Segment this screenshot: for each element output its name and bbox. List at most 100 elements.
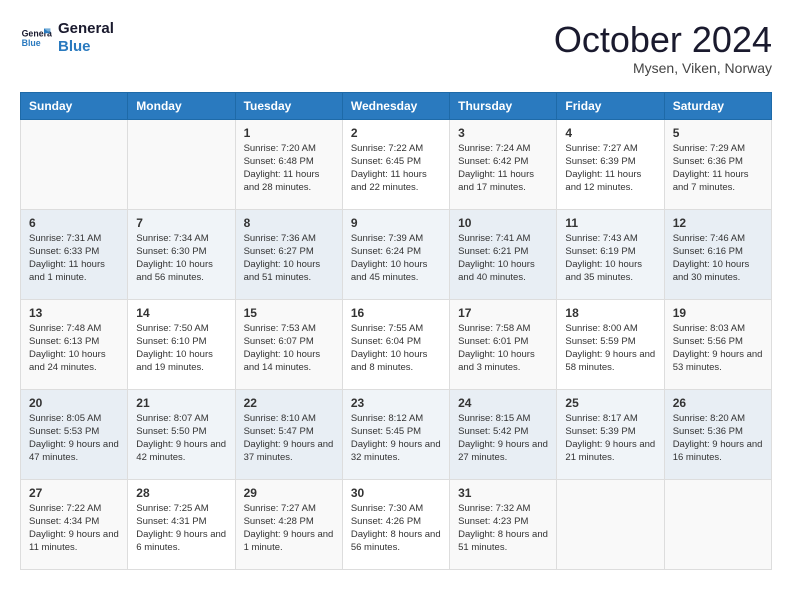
day-info: Sunrise: 7:30 AM Sunset: 4:26 PM Dayligh… — [351, 502, 441, 555]
calendar-cell: 8Sunrise: 7:36 AM Sunset: 6:27 PM Daylig… — [235, 209, 342, 299]
day-number: 27 — [29, 486, 119, 500]
calendar-cell: 11 Sunrise: 7:43 AM Sunset: 6:19 PM Dayli… — [557, 209, 664, 299]
weekday-header: Wednesday — [342, 92, 449, 119]
logo-icon: General Blue — [20, 22, 52, 54]
day-info: Sunrise: 7:27 AM Sunset: 6:39 PM Dayligh… — [565, 142, 655, 195]
day-number: 29 — [244, 486, 334, 500]
calendar-week-row: 13 Sunrise: 7:48 AM Sunset: 6:13 PM Dayli… — [21, 299, 772, 389]
location: Mysen, Viken, Norway — [554, 60, 772, 76]
calendar-cell: 3 Sunrise: 7:24 AM Sunset: 6:42 PM Daylig… — [450, 119, 557, 209]
day-info: Sunrise: 7:41 AM Sunset: 6:21 PM Dayligh… — [458, 232, 548, 285]
calendar-cell: 18 Sunrise: 8:00 AM Sunset: 5:59 PM Dayli… — [557, 299, 664, 389]
month-title: October 2024 — [554, 20, 772, 60]
calendar-cell: 20Sunrise: 8:05 AM Sunset: 5:53 PM Dayli… — [21, 389, 128, 479]
calendar-cell: 30 Sunrise: 7:30 AM Sunset: 4:26 PM Dayli… — [342, 479, 449, 569]
day-number: 14 — [136, 306, 226, 320]
calendar-cell: 14 Sunrise: 7:50 AM Sunset: 6:10 PM Dayli… — [128, 299, 235, 389]
day-info: Sunrise: 7:32 AM Sunset: 4:23 PM Dayligh… — [458, 502, 548, 555]
day-info: Sunrise: 7:24 AM Sunset: 6:42 PM Dayligh… — [458, 142, 548, 195]
day-number: 1 — [244, 126, 334, 140]
weekday-header: Tuesday — [235, 92, 342, 119]
calendar-cell: 25 Sunrise: 8:17 AM Sunset: 5:39 PM Dayli… — [557, 389, 664, 479]
calendar-cell — [664, 479, 771, 569]
logo: General Blue General Blue — [20, 20, 114, 56]
calendar-cell: 2Sunrise: 7:22 AM Sunset: 6:45 PM Daylig… — [342, 119, 449, 209]
day-info: Sunrise: 8:17 AM Sunset: 5:39 PM Dayligh… — [565, 412, 655, 465]
day-info: Sunrise: 8:00 AM Sunset: 5:59 PM Dayligh… — [565, 322, 655, 375]
calendar-cell — [21, 119, 128, 209]
calendar-cell: 7Sunrise: 7:34 AM Sunset: 6:30 PM Daylig… — [128, 209, 235, 299]
day-number: 5 — [673, 126, 763, 140]
day-info: Sunrise: 7:29 AM Sunset: 6:36 PM Dayligh… — [673, 142, 763, 195]
calendar-cell — [557, 479, 664, 569]
calendar-cell: 24Sunrise: 8:15 AM Sunset: 5:42 PM Dayli… — [450, 389, 557, 479]
calendar-cell: 29 Sunrise: 7:27 AM Sunset: 4:28 PM Dayli… — [235, 479, 342, 569]
day-info: Sunrise: 7:48 AM Sunset: 6:13 PM Dayligh… — [29, 322, 119, 375]
day-number: 2 — [351, 126, 441, 140]
calendar-week-row: 27 Sunrise: 7:22 AM Sunset: 4:34 PM Dayli… — [21, 479, 772, 569]
calendar-cell: 27 Sunrise: 7:22 AM Sunset: 4:34 PM Dayli… — [21, 479, 128, 569]
day-number: 21 — [136, 396, 226, 410]
calendar-cell: 28Sunrise: 7:25 AM Sunset: 4:31 PM Dayli… — [128, 479, 235, 569]
calendar-table: SundayMondayTuesdayWednesdayThursdayFrid… — [20, 92, 772, 570]
calendar-cell: 31Sunrise: 7:32 AM Sunset: 4:23 PM Dayli… — [450, 479, 557, 569]
day-info: Sunrise: 8:10 AM Sunset: 5:47 PM Dayligh… — [244, 412, 334, 465]
day-number: 26 — [673, 396, 763, 410]
calendar-week-row: 20Sunrise: 8:05 AM Sunset: 5:53 PM Dayli… — [21, 389, 772, 479]
weekday-header: Monday — [128, 92, 235, 119]
day-info: Sunrise: 8:07 AM Sunset: 5:50 PM Dayligh… — [136, 412, 226, 465]
day-info: Sunrise: 8:03 AM Sunset: 5:56 PM Dayligh… — [673, 322, 763, 375]
day-info: Sunrise: 8:12 AM Sunset: 5:45 PM Dayligh… — [351, 412, 441, 465]
calendar-week-row: 1 Sunrise: 7:20 AM Sunset: 6:48 PM Daylig… — [21, 119, 772, 209]
day-number: 18 — [565, 306, 655, 320]
day-info: Sunrise: 7:58 AM Sunset: 6:01 PM Dayligh… — [458, 322, 548, 375]
day-number: 17 — [458, 306, 548, 320]
day-info: Sunrise: 7:53 AM Sunset: 6:07 PM Dayligh… — [244, 322, 334, 375]
calendar-cell: 12 Sunrise: 7:46 AM Sunset: 6:16 PM Dayli… — [664, 209, 771, 299]
day-number: 24 — [458, 396, 548, 410]
day-info: Sunrise: 7:50 AM Sunset: 6:10 PM Dayligh… — [136, 322, 226, 375]
day-number: 30 — [351, 486, 441, 500]
day-info: Sunrise: 7:46 AM Sunset: 6:16 PM Dayligh… — [673, 232, 763, 285]
day-info: Sunrise: 8:20 AM Sunset: 5:36 PM Dayligh… — [673, 412, 763, 465]
calendar-cell: 26 Sunrise: 8:20 AM Sunset: 5:36 PM Dayli… — [664, 389, 771, 479]
day-number: 9 — [351, 216, 441, 230]
calendar-cell: 1 Sunrise: 7:20 AM Sunset: 6:48 PM Daylig… — [235, 119, 342, 209]
day-info: Sunrise: 7:27 AM Sunset: 4:28 PM Dayligh… — [244, 502, 334, 555]
calendar-header-row: SundayMondayTuesdayWednesdayThursdayFrid… — [21, 92, 772, 119]
day-number: 13 — [29, 306, 119, 320]
day-number: 15 — [244, 306, 334, 320]
calendar-cell — [128, 119, 235, 209]
day-info: Sunrise: 7:20 AM Sunset: 6:48 PM Dayligh… — [244, 142, 334, 195]
day-info: Sunrise: 7:22 AM Sunset: 4:34 PM Dayligh… — [29, 502, 119, 555]
calendar-cell: 6Sunrise: 7:31 AM Sunset: 6:33 PM Daylig… — [21, 209, 128, 299]
day-info: Sunrise: 7:55 AM Sunset: 6:04 PM Dayligh… — [351, 322, 441, 375]
weekday-header: Thursday — [450, 92, 557, 119]
calendar-cell: 19 Sunrise: 8:03 AM Sunset: 5:56 PM Dayli… — [664, 299, 771, 389]
calendar-cell: 23 Sunrise: 8:12 AM Sunset: 5:45 PM Dayli… — [342, 389, 449, 479]
day-number: 25 — [565, 396, 655, 410]
calendar-week-row: 6Sunrise: 7:31 AM Sunset: 6:33 PM Daylig… — [21, 209, 772, 299]
day-number: 6 — [29, 216, 119, 230]
day-number: 8 — [244, 216, 334, 230]
day-number: 12 — [673, 216, 763, 230]
svg-text:Blue: Blue — [22, 38, 41, 48]
calendar-cell: 21 Sunrise: 8:07 AM Sunset: 5:50 PM Dayli… — [128, 389, 235, 479]
day-number: 16 — [351, 306, 441, 320]
page-header: General Blue General Blue October 2024 M… — [20, 20, 772, 76]
weekday-header: Saturday — [664, 92, 771, 119]
calendar-cell: 13 Sunrise: 7:48 AM Sunset: 6:13 PM Dayli… — [21, 299, 128, 389]
day-number: 22 — [244, 396, 334, 410]
day-number: 28 — [136, 486, 226, 500]
day-number: 19 — [673, 306, 763, 320]
calendar-cell: 4Sunrise: 7:27 AM Sunset: 6:39 PM Daylig… — [557, 119, 664, 209]
day-info: Sunrise: 7:34 AM Sunset: 6:30 PM Dayligh… — [136, 232, 226, 285]
weekday-header: Friday — [557, 92, 664, 119]
day-info: Sunrise: 7:39 AM Sunset: 6:24 PM Dayligh… — [351, 232, 441, 285]
day-info: Sunrise: 7:43 AM Sunset: 6:19 PM Dayligh… — [565, 232, 655, 285]
day-number: 23 — [351, 396, 441, 410]
day-number: 3 — [458, 126, 548, 140]
day-number: 11 — [565, 216, 655, 230]
calendar-cell: 10Sunrise: 7:41 AM Sunset: 6:21 PM Dayli… — [450, 209, 557, 299]
calendar-cell: 9 Sunrise: 7:39 AM Sunset: 6:24 PM Daylig… — [342, 209, 449, 299]
